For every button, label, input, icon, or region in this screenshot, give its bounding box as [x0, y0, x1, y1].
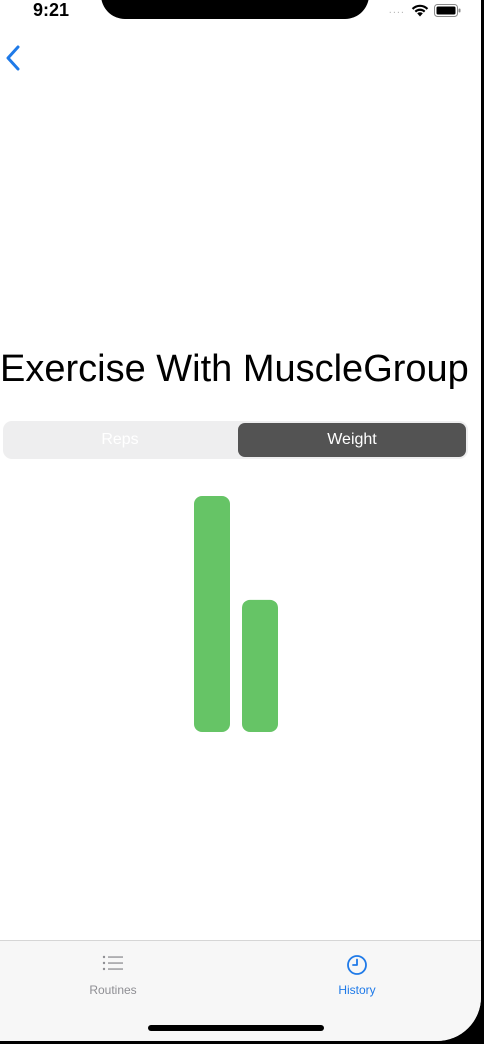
status-bar: 9:21 ....	[0, 0, 481, 30]
tab-bar: Routines History	[0, 940, 481, 1041]
metric-segmented-control: Reps Weight	[3, 421, 468, 459]
status-indicators: ....	[389, 2, 461, 18]
segment-reps-label: Reps	[101, 431, 139, 448]
cellular-signal-icon: ....	[388, 4, 405, 16]
chart-bar-1	[194, 496, 230, 732]
segment-weight-label: Weight	[327, 431, 377, 448]
segment-reps[interactable]: Reps	[5, 423, 235, 457]
list-icon	[102, 955, 123, 971]
tab-history-label: History	[338, 983, 376, 997]
device-frame: 9:21 .... Exercise With MuscleGroup Reps…	[0, 0, 484, 1044]
wifi-icon	[411, 4, 429, 16]
home-indicator	[148, 1025, 324, 1031]
chart-bar-2	[242, 599, 278, 732]
back-button[interactable]	[0, 38, 40, 78]
segment-weight[interactable]: Weight	[238, 423, 466, 457]
chevron-left-icon	[6, 45, 20, 71]
status-time: 9:21	[33, 0, 70, 20]
page-title: Exercise With MuscleGroup	[0, 348, 469, 390]
battery-icon	[434, 3, 461, 17]
tab-routines-label: Routines	[89, 983, 137, 997]
history-bar-chart	[194, 496, 278, 732]
app-screen: 9:21 .... Exercise With MuscleGroup Reps…	[0, 0, 481, 1041]
tab-history[interactable]: History	[287, 941, 427, 1001]
device-notch	[101, 0, 369, 19]
clock-icon	[347, 955, 367, 975]
tab-routines[interactable]: Routines	[43, 941, 183, 1001]
